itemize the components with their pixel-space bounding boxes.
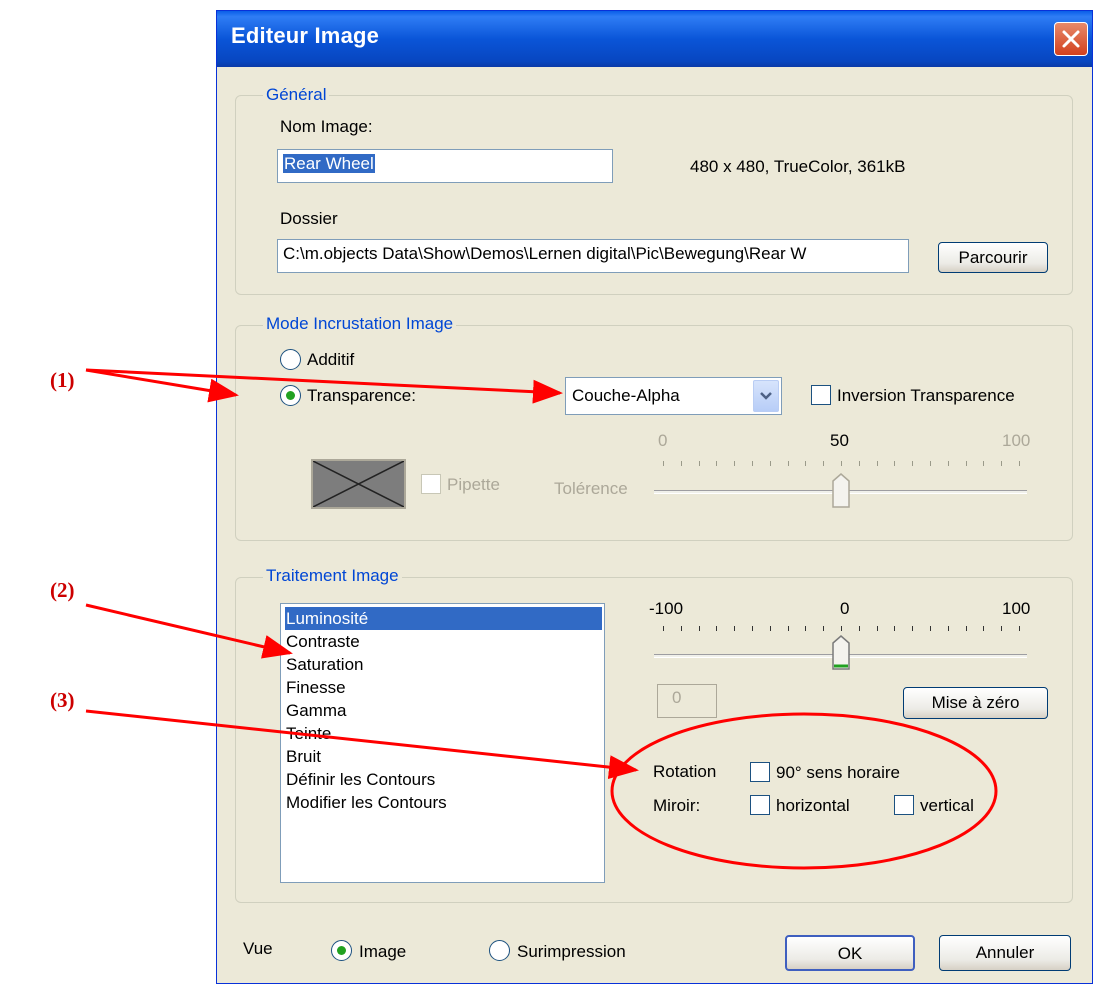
annotation-arrow-2 [85,603,293,659]
annotation-arrow-3 [85,709,639,780]
annotation-overlay [85,368,998,870]
annotation-ellipse [610,712,998,870]
